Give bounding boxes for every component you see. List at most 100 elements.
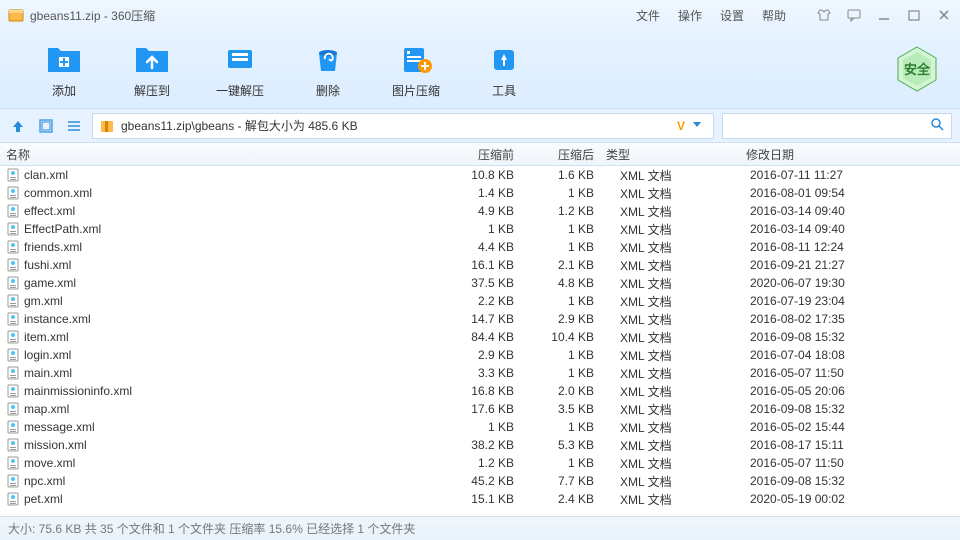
file-name: map.xml: [24, 402, 69, 416]
file-row[interactable]: login.xml2.9 KB1 KBXML 文档2016-07-04 18:0…: [0, 346, 960, 364]
file-size-before: 1.4 KB: [440, 186, 520, 200]
path-input[interactable]: gbeans11.zip\gbeans - 解包大小为 485.6 KB V: [92, 113, 714, 139]
file-row[interactable]: mission.xml38.2 KB5.3 KBXML 文档2016-08-17…: [0, 436, 960, 454]
tools-icon: [486, 40, 522, 76]
file-icon: [6, 456, 20, 470]
file-type: XML 文档: [600, 185, 740, 202]
file-row[interactable]: npc.xml45.2 KB7.7 KBXML 文档2016-09-08 15:…: [0, 472, 960, 490]
file-date: 2016-05-05 20:06: [740, 384, 940, 398]
file-size-before: 1 KB: [440, 222, 520, 236]
file-date: 2016-05-02 15:44: [740, 420, 940, 434]
search-icon: [929, 116, 945, 135]
column-after[interactable]: 压缩后: [520, 146, 600, 163]
file-type: XML 文档: [600, 455, 740, 472]
file-name: gm.xml: [24, 294, 63, 308]
column-before[interactable]: 压缩前: [440, 146, 520, 163]
add-button[interactable]: 添加: [20, 40, 108, 99]
file-size-before: 38.2 KB: [440, 438, 520, 452]
file-icon: [6, 420, 20, 434]
file-icon: [6, 186, 20, 200]
file-row[interactable]: common.xml1.4 KB1 KBXML 文档2016-08-01 09:…: [0, 184, 960, 202]
file-icon: [6, 492, 20, 506]
file-size-after: 5.3 KB: [520, 438, 600, 452]
maximize-button[interactable]: [906, 7, 922, 23]
search-input[interactable]: [722, 113, 952, 139]
file-size-after: 1 KB: [520, 366, 600, 380]
file-size-before: 4.9 KB: [440, 204, 520, 218]
tools-button[interactable]: 工具: [460, 40, 548, 99]
file-name: mission.xml: [24, 438, 87, 452]
status-text: 大小: 75.6 KB 共 35 个文件和 1 个文件夹 压缩率 15.6% 已…: [8, 520, 415, 537]
file-row[interactable]: fushi.xml16.1 KB2.1 KBXML 文档2016-09-21 2…: [0, 256, 960, 274]
column-type[interactable]: 类型: [600, 146, 740, 163]
column-date[interactable]: 修改日期: [740, 146, 940, 163]
title-bar: gbeans11.zip - 360压缩 文件 操作 设置 帮助: [0, 0, 960, 30]
file-size-after: 2.4 KB: [520, 492, 600, 506]
file-row[interactable]: gm.xml2.2 KB1 KBXML 文档2016-07-19 23:04: [0, 292, 960, 310]
zip-icon: [99, 118, 115, 134]
file-row[interactable]: friends.xml4.4 KB1 KBXML 文档2016-08-11 12…: [0, 238, 960, 256]
file-size-after: 4.8 KB: [520, 276, 600, 290]
file-row[interactable]: instance.xml14.7 KB2.9 KBXML 文档2016-08-0…: [0, 310, 960, 328]
file-date: 2016-08-11 12:24: [740, 240, 940, 254]
minimize-button[interactable]: [876, 7, 892, 23]
file-row[interactable]: pet.xml15.1 KB2.4 KBXML 文档2020-05-19 00:…: [0, 490, 960, 508]
file-size-before: 1 KB: [440, 420, 520, 434]
file-row[interactable]: effect.xml4.9 KB1.2 KBXML 文档2016-03-14 0…: [0, 202, 960, 220]
up-button[interactable]: [8, 116, 28, 136]
menu-action[interactable]: 操作: [678, 7, 702, 24]
delete-button[interactable]: 删除: [284, 40, 372, 99]
file-name: main.xml: [24, 366, 72, 380]
file-row[interactable]: main.xml3.3 KB1 KBXML 文档2016-05-07 11:50: [0, 364, 960, 382]
file-row[interactable]: game.xml37.5 KB4.8 KBXML 文档2020-06-07 19…: [0, 274, 960, 292]
file-size-before: 14.7 KB: [440, 312, 520, 326]
file-date: 2016-09-08 15:32: [740, 402, 940, 416]
file-size-before: 4.4 KB: [440, 240, 520, 254]
window-title: gbeans11.zip - 360压缩: [30, 7, 155, 24]
file-row[interactable]: clan.xml10.8 KB1.6 KBXML 文档2016-07-11 11…: [0, 166, 960, 184]
file-date: 2020-05-19 00:02: [740, 492, 940, 506]
file-row[interactable]: mainmissioninfo.xml16.8 KB2.0 KBXML 文档20…: [0, 382, 960, 400]
file-type: XML 文档: [600, 257, 740, 274]
oneclick-extract-button[interactable]: 一键解压: [196, 40, 284, 99]
file-name: pet.xml: [24, 492, 63, 506]
skin-icon[interactable]: [816, 7, 832, 23]
file-row[interactable]: EffectPath.xml1 KB1 KBXML 文档2016-03-14 0…: [0, 220, 960, 238]
file-date: 2016-03-14 09:40: [740, 204, 940, 218]
file-type: XML 文档: [600, 419, 740, 436]
file-size-after: 1 KB: [520, 222, 600, 236]
file-row[interactable]: map.xml17.6 KB3.5 KBXML 文档2016-09-08 15:…: [0, 400, 960, 418]
menu-file[interactable]: 文件: [636, 7, 660, 24]
file-type: XML 文档: [600, 203, 740, 220]
menu-settings[interactable]: 设置: [720, 7, 744, 24]
view-list-button[interactable]: [64, 116, 84, 136]
file-size-before: 45.2 KB: [440, 474, 520, 488]
feedback-icon[interactable]: [846, 7, 862, 23]
file-type: XML 文档: [600, 473, 740, 490]
file-size-after: 2.9 KB: [520, 312, 600, 326]
extract-button[interactable]: 解压到: [108, 40, 196, 99]
file-type: XML 文档: [600, 167, 740, 184]
file-list[interactable]: clan.xml10.8 KB1.6 KBXML 文档2016-07-11 11…: [0, 166, 960, 516]
file-date: 2016-07-04 18:08: [740, 348, 940, 362]
file-row[interactable]: message.xml1 KB1 KBXML 文档2016-05-02 15:4…: [0, 418, 960, 436]
close-button[interactable]: [936, 7, 952, 23]
file-name: effect.xml: [24, 204, 75, 218]
menu-help[interactable]: 帮助: [762, 7, 786, 24]
file-type: XML 文档: [600, 293, 740, 310]
file-type: XML 文档: [600, 401, 740, 418]
file-row[interactable]: move.xml1.2 KB1 KBXML 文档2016-05-07 11:50: [0, 454, 960, 472]
file-type: XML 文档: [600, 221, 740, 238]
column-name[interactable]: 名称: [0, 146, 440, 163]
file-row[interactable]: item.xml84.4 KB10.4 KBXML 文档2016-09-08 1…: [0, 328, 960, 346]
view-icons-button[interactable]: [36, 116, 56, 136]
file-type: XML 文档: [600, 239, 740, 256]
file-date: 2016-05-07 11:50: [740, 366, 940, 380]
file-date: 2016-08-02 17:35: [740, 312, 940, 326]
image-compress-button[interactable]: 图片压缩: [372, 40, 460, 99]
extract-icon: [134, 40, 170, 76]
file-type: XML 文档: [600, 311, 740, 328]
file-size-before: 37.5 KB: [440, 276, 520, 290]
path-dropdown-button[interactable]: [691, 118, 707, 134]
path-bar: gbeans11.zip\gbeans - 解包大小为 485.6 KB V: [0, 108, 960, 142]
